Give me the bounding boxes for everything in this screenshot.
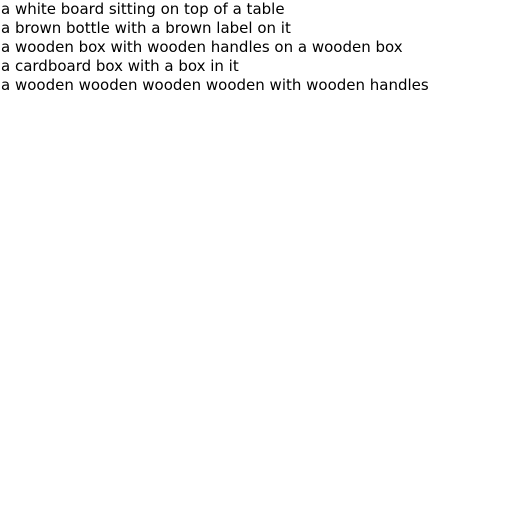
caption-line-1: a white board sitting on top of a table (1, 0, 285, 18)
caption-line-4: a cardboard box with a box in it (1, 57, 239, 75)
caption-page: a white board sitting on top of a table … (0, 0, 512, 512)
caption-line-3: a wooden box with wooden handles on a wo… (1, 38, 403, 56)
caption-line-5: a wooden wooden wooden wooden with woode… (1, 76, 429, 94)
caption-line-2: a brown bottle with a brown label on it (1, 19, 291, 37)
caption-list: a white board sitting on top of a table … (0, 0, 512, 95)
